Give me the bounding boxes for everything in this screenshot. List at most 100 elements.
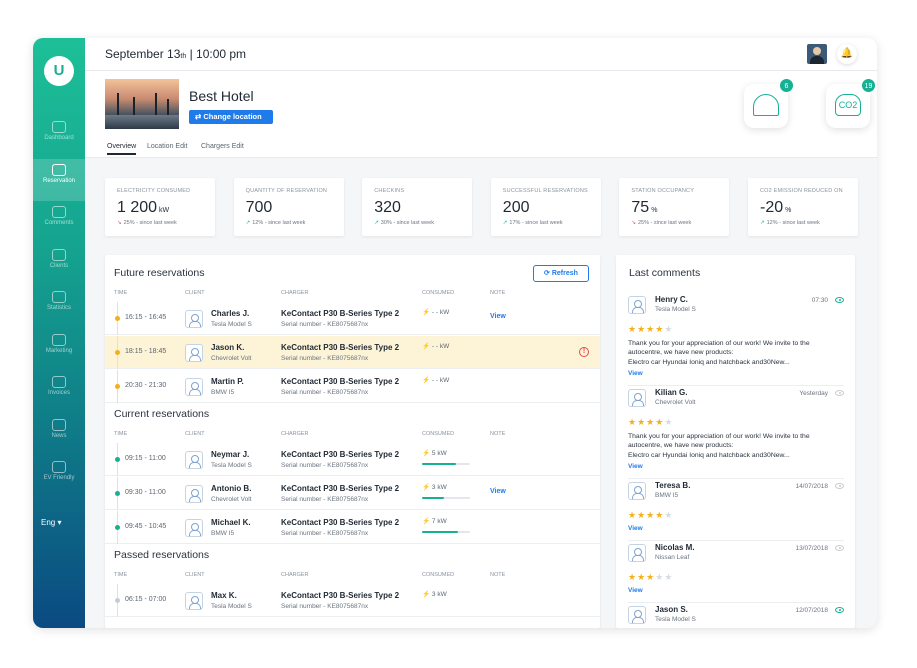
- star-icon: ★: [646, 324, 656, 334]
- column-header-client: CLIENT: [185, 431, 205, 437]
- column-header-charger: CHARGER: [281, 290, 309, 296]
- invoice-icon: [52, 376, 66, 388]
- app-logo: U: [44, 56, 74, 86]
- eye-icon[interactable]: [835, 545, 844, 551]
- star-icon: ★: [664, 510, 674, 520]
- stat-label: CO2 EMISSION REDUCED ON: [760, 188, 843, 194]
- client-name: Jason K.: [211, 343, 245, 352]
- client-car: BMW I5: [211, 389, 235, 396]
- stat-card: QUANTITY OF RESERVATION 700 ↗ 12% - since l…: [233, 178, 344, 236]
- star-icon: ★: [637, 417, 647, 427]
- bolt-icon: ⚡: [422, 591, 432, 598]
- stat-change: ↗ 12% - since last week: [245, 220, 306, 226]
- section-title: Current reservations: [114, 408, 210, 420]
- clients-icon: [52, 248, 66, 261]
- comment-text: Thank you for your appreciation of our w…: [628, 340, 810, 366]
- status-dot: [115, 598, 120, 603]
- reservation-row[interactable]: 16:15 - 16:45 Charles J. Tesla Model S KeCo…: [105, 302, 600, 335]
- stat-card: SUCCESSFUL RESERVATIONS 200 ↗ 17% - since l…: [490, 178, 601, 236]
- trend-up-icon: ↗: [760, 220, 765, 226]
- reservation-row[interactable]: 09:15 - 11:00 Neymar J. Tesla Model S KeCon…: [105, 443, 600, 476]
- sidebar-item-label: Dashboard: [44, 135, 74, 141]
- column-header-note: NOTE: [490, 431, 506, 437]
- sidebar-item-label: Clients: [49, 262, 69, 269]
- bolt-icon: ⚡: [422, 309, 432, 316]
- view-link[interactable]: View: [490, 313, 506, 320]
- sidebar-item-dashboard[interactable]: Dashboard: [33, 116, 85, 158]
- hotel-name: Best Hotel: [189, 88, 254, 104]
- consumed-value: ⚡ - - kW: [422, 377, 450, 384]
- eye-icon[interactable]: [835, 297, 844, 303]
- user-icon: [185, 592, 203, 610]
- sidebar-item-reservation[interactable]: Reservation: [33, 158, 85, 201]
- comment-view-link[interactable]: View: [628, 525, 643, 532]
- comment-time: 14/07/2018: [795, 483, 828, 490]
- column-header-consumed: CONSUMED: [422, 431, 455, 437]
- charger-name: KeContact P30 B-Series Type 2: [281, 591, 400, 600]
- charger-name: KeContact P30 B-Series Type 2: [281, 484, 400, 493]
- eco-trees-card[interactable]: 6: [744, 78, 794, 128]
- reservation-row[interactable]: 18:15 - 18:45 Jason K. Chevrolet Volt KeCon…: [105, 336, 600, 369]
- comment-view-link[interactable]: View: [628, 463, 643, 470]
- stat-change: ↘ 25% - since last week: [631, 220, 692, 226]
- eye-icon[interactable]: [835, 483, 844, 489]
- reservation-row[interactable]: 09:45 - 10:45 Michael K. BMW I5 KeContact P…: [105, 511, 600, 544]
- view-link[interactable]: View: [490, 488, 506, 495]
- sidebar-item-news[interactable]: News: [33, 414, 85, 456]
- charger-name: KeContact P30 B-Series Type 2: [281, 343, 400, 352]
- co2-count-badge: 19: [861, 78, 876, 93]
- refresh-button[interactable]: ⟳ Refresh: [533, 265, 589, 282]
- user-icon: [628, 544, 646, 562]
- stat-change: ↗ 12% - since last week: [760, 220, 820, 226]
- trend-up-icon: ↗: [502, 220, 508, 226]
- commenter-name: Kilian G.: [655, 388, 688, 397]
- sidebar-item-ev-friendly[interactable]: EV Friendly: [33, 456, 85, 498]
- client-name: Neymar J.: [211, 450, 250, 459]
- eye-icon[interactable]: [835, 607, 844, 613]
- user-icon: [185, 344, 203, 362]
- star-icon: ★: [655, 324, 665, 334]
- alert-icon[interactable]: !: [579, 347, 589, 357]
- change-location-button[interactable]: ⇄ Change location: [189, 110, 273, 124]
- language-select[interactable]: Eng ▾: [41, 518, 61, 527]
- user-icon: [185, 451, 203, 469]
- reservation-row[interactable]: 20:30 - 21:30 Martin P. BMW I5 KeContact P3…: [105, 370, 600, 403]
- client-car: Chevrolet Volt: [211, 496, 252, 503]
- eco-co2-card[interactable]: CO2 19: [826, 78, 876, 128]
- top-bar: September 13th | 10:00 pm 🔔: [85, 38, 877, 71]
- comment-view-link[interactable]: View: [628, 587, 643, 594]
- client-car: Chevrolet Volt: [211, 355, 252, 362]
- comment-view-link[interactable]: View: [628, 370, 643, 377]
- sidebar-item-marketing[interactable]: Marketing: [33, 329, 85, 371]
- tab-chargers-edit[interactable]: Chargers Edit: [201, 143, 244, 150]
- tab-overview[interactable]: Overview: [107, 143, 137, 155]
- sidebar-item-comments[interactable]: Comments: [33, 201, 85, 243]
- user-icon: [185, 485, 203, 503]
- reservation-row[interactable]: 09:30 - 11:00 Antonio B. Chevrolet Volt KeC…: [105, 477, 600, 510]
- sidebar-item-statistics[interactable]: Statistics: [33, 286, 85, 328]
- star-icon: ★: [637, 510, 647, 520]
- charger-name: KeContact P30 B-Series Type 2: [281, 518, 400, 527]
- rating-stars: ★★★★★: [628, 572, 673, 583]
- stat-card: STATION OCCUPANCY 75% ↘ 25% - since last we…: [619, 178, 730, 236]
- charger-serial: Serial number - KE8075687nx: [281, 603, 369, 610]
- tab-location-edit[interactable]: Location Edit: [147, 143, 187, 150]
- stat-label: QUANTITY OF RESERVATION: [245, 188, 328, 194]
- sidebar-item-clients[interactable]: Clients: [33, 244, 85, 286]
- sidebar-item-invoices[interactable]: Invoices: [33, 371, 85, 413]
- stat-label: STATION OCCUPANCY: [631, 188, 695, 194]
- target-icon: [52, 333, 66, 346]
- reservation-time: 09:15 - 11:00: [125, 455, 166, 462]
- user-avatar[interactable]: [807, 44, 827, 64]
- dashboard-icon: [52, 121, 66, 133]
- column-header-consumed: CONSUMED: [422, 572, 455, 578]
- user-icon: [185, 519, 203, 537]
- reservation-row[interactable]: 06:15 - 07:00 Max K. Tesla Model S KeContac…: [105, 584, 600, 617]
- location-header: Best Hotel ⇄ Change location Overview Lo…: [85, 71, 877, 158]
- eye-icon[interactable]: [835, 390, 844, 396]
- stat-value: 75%: [631, 199, 658, 216]
- star-icon: ★: [637, 572, 647, 582]
- notification-bell-icon[interactable]: 🔔: [837, 44, 857, 64]
- consumed-value: ⚡ - - kW: [422, 309, 450, 316]
- client-name: Max K.: [211, 591, 237, 600]
